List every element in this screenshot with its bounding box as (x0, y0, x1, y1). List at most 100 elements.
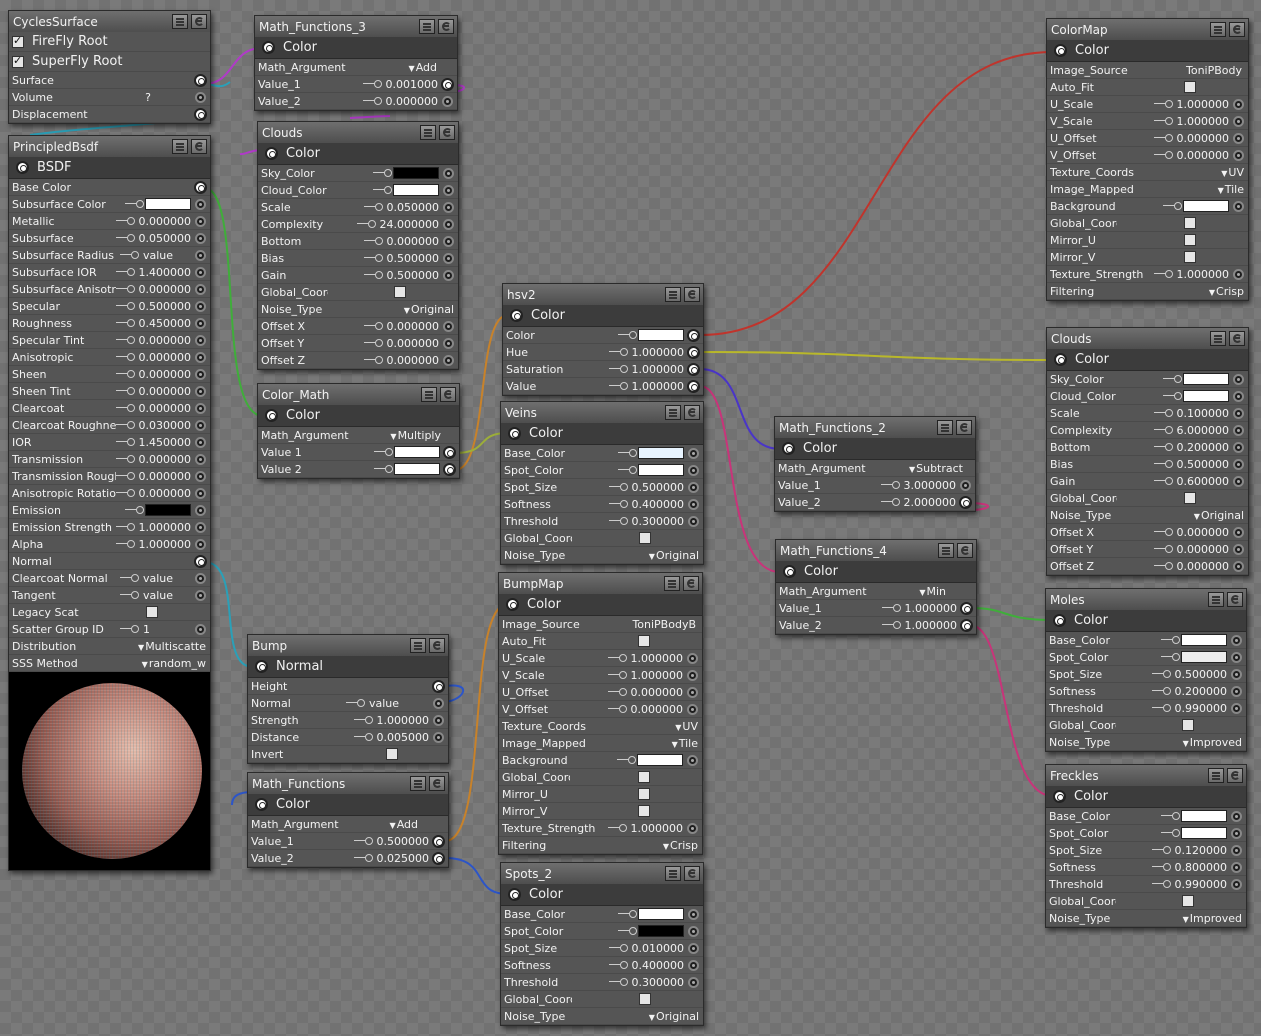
param-row[interactable]: Auto_Fit (499, 633, 702, 650)
row-value[interactable]: 1 (143, 623, 191, 636)
param-row[interactable]: U_Scale 1.000000 (499, 650, 702, 667)
param-row[interactable]: Gain 0.500000 (258, 267, 458, 284)
checkbox-icon[interactable] (1184, 251, 1196, 263)
param-row[interactable]: Filtering Crisp (1047, 283, 1248, 300)
node-header[interactable]: Math_Functions_3 (255, 16, 457, 37)
row-value[interactable]: 0.200000 (1177, 441, 1230, 454)
param-row[interactable]: Threshold 0.990000 (1046, 700, 1246, 717)
row-value[interactable]: 0.000000 (139, 487, 192, 500)
param-row[interactable]: Offset Z 0.000000 (258, 352, 458, 369)
param-row[interactable]: Mirror_U (1047, 232, 1248, 249)
key-icon[interactable] (608, 517, 628, 525)
key-icon[interactable] (363, 203, 383, 211)
swap-icon[interactable] (956, 420, 972, 435)
menu-icon[interactable] (1208, 768, 1224, 783)
dropdown-value[interactable]: Improved (1183, 736, 1242, 749)
socket-icon[interactable] (960, 618, 973, 632)
key-icon[interactable] (373, 169, 392, 177)
param-row[interactable]: Image_Mapped Tile (1047, 181, 1248, 198)
key-icon[interactable] (120, 625, 139, 633)
socket-icon[interactable] (687, 754, 698, 766)
row-value[interactable]: ToniPBodyB (632, 618, 696, 631)
row-value[interactable]: 0.990000 (1175, 878, 1228, 891)
socket-icon[interactable] (195, 572, 206, 584)
color-row[interactable]: Color (503, 327, 703, 344)
color-swatch[interactable] (638, 464, 684, 476)
socket-icon[interactable] (195, 317, 206, 329)
socket-icon[interactable] (1233, 526, 1244, 538)
socket-icon[interactable] (1231, 844, 1242, 856)
param-row[interactable]: Clearcoat 0.000000 (9, 400, 210, 417)
socket-icon[interactable] (687, 345, 700, 359)
color-output[interactable]: Color (499, 594, 702, 616)
checkbox-icon[interactable] (638, 805, 650, 817)
socket-icon[interactable] (442, 95, 453, 107)
node-header[interactable]: Clouds (1047, 328, 1248, 349)
color-swatch[interactable] (145, 198, 191, 210)
row-value[interactable]: 0.500000 (632, 481, 685, 494)
param-row[interactable]: Complexity 6.000000 (1047, 422, 1248, 439)
param-row[interactable]: Spot_Size 0.500000 (1046, 666, 1246, 683)
param-row[interactable]: Normal (9, 553, 210, 570)
key-icon[interactable] (346, 699, 365, 707)
key-icon[interactable] (1161, 653, 1180, 661)
socket-icon[interactable] (194, 554, 207, 568)
swap-icon[interactable] (1227, 768, 1243, 783)
param-row[interactable]: Clearcoat Roughness 0.030000 (9, 417, 210, 434)
socket-icon[interactable] (443, 218, 454, 230)
param-row[interactable]: Cloud_Color (258, 182, 458, 199)
param-row[interactable]: Global_Coordinates (1047, 215, 1248, 232)
node-header[interactable]: Moles (1046, 589, 1246, 610)
row-value[interactable]: 0.000000 (631, 686, 684, 699)
checkbox-icon[interactable] (386, 748, 398, 760)
volume-input[interactable]: Volume? (9, 89, 210, 106)
socket-icon[interactable] (195, 504, 206, 516)
node-spots-2[interactable]: Spots_2 Color Base_Color Spot_Color Spot_S… (500, 862, 704, 1026)
param-row[interactable]: Noise_Type Original (1047, 507, 1248, 524)
node-math-functions-3[interactable]: Math_Functions_3 Color Math_ArgumentAdd … (254, 15, 458, 111)
param-row[interactable]: Texture_Strength 1.000000 (499, 820, 702, 837)
row-value[interactable]: 1.000000 (631, 822, 684, 835)
menu-icon[interactable] (421, 387, 437, 402)
socket-icon[interactable] (1231, 810, 1242, 822)
key-icon[interactable] (373, 186, 392, 194)
color-swatch[interactable] (1181, 810, 1227, 822)
row-value[interactable]: 0.000000 (387, 320, 440, 333)
param-row[interactable]: Subsurface Radius value (9, 247, 210, 264)
row-value[interactable]: 0.000000 (387, 354, 440, 367)
param-row[interactable]: Image_Source ToniPBody (1047, 62, 1248, 79)
key-icon[interactable] (115, 370, 135, 378)
swap-icon[interactable] (438, 19, 454, 34)
param-row[interactable]: Bias 0.500000 (1047, 456, 1248, 473)
socket-icon[interactable] (433, 714, 444, 726)
key-icon[interactable] (1153, 460, 1173, 468)
menu-icon[interactable] (665, 287, 681, 302)
row-value[interactable]: 0.000000 (1177, 149, 1230, 162)
socket-icon[interactable] (195, 453, 206, 465)
checkbox-icon[interactable] (1184, 217, 1196, 229)
row-value[interactable]: 0.000000 (386, 95, 439, 108)
param-row[interactable]: Offset Z 0.000000 (1047, 558, 1248, 575)
param-row[interactable]: Gain 0.600000 (1047, 473, 1248, 490)
key-icon[interactable] (363, 339, 383, 347)
socket-icon[interactable] (1231, 827, 1242, 839)
color-swatch[interactable] (1183, 200, 1229, 212)
dropdown-value[interactable]: Original (404, 303, 454, 316)
key-icon[interactable] (120, 591, 139, 599)
key-icon[interactable] (120, 251, 139, 259)
socket-icon[interactable] (432, 679, 445, 693)
socket-icon[interactable] (195, 215, 206, 227)
key-icon[interactable] (1151, 846, 1171, 854)
socket-icon[interactable] (195, 266, 206, 278)
dropdown-value[interactable]: UV (675, 720, 698, 733)
math-argument-row[interactable]: Math_Argument Add (248, 816, 448, 833)
key-icon[interactable] (881, 621, 901, 629)
menu-icon[interactable] (172, 14, 188, 29)
param-row[interactable]: Softness 0.800000 (1046, 859, 1246, 876)
socket-icon[interactable] (687, 703, 698, 715)
key-icon[interactable] (115, 336, 135, 344)
param-row[interactable]: Global_Coordinates (258, 284, 458, 301)
hue-row[interactable]: Hue 1.000000 (503, 344, 703, 361)
checkbox-icon[interactable] (638, 771, 650, 783)
key-icon[interactable] (1163, 202, 1182, 210)
